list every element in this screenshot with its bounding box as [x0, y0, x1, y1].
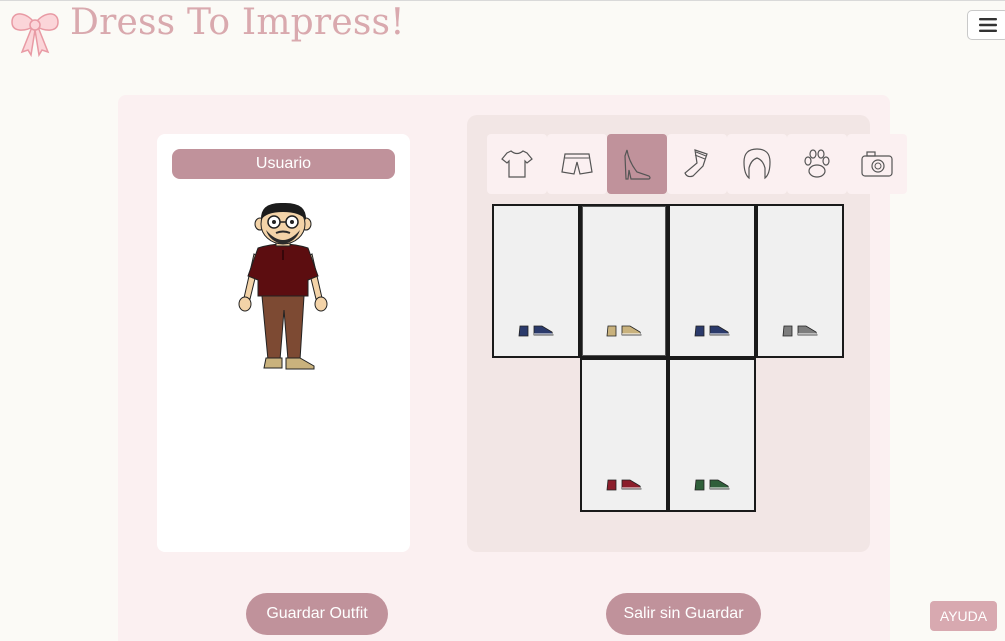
tab-accessories[interactable]: [847, 134, 907, 194]
sneaker-icon: [606, 325, 642, 337]
tab-bottoms[interactable]: [547, 134, 607, 194]
tab-shoes[interactable]: [607, 134, 667, 194]
save-outfit-button[interactable]: Guardar Outfit: [246, 593, 388, 635]
shoe-option[interactable]: [580, 204, 668, 358]
help-button[interactable]: AYUDA: [930, 601, 997, 631]
menu-button[interactable]: [967, 10, 1005, 40]
tab-socks[interactable]: [667, 134, 727, 194]
shoe-option[interactable]: [668, 204, 756, 358]
exit-without-saving-button[interactable]: Salir sin Guardar: [606, 593, 761, 635]
socks-icon: [684, 149, 708, 178]
sneaker-icon: [518, 325, 554, 337]
sneaker-icon: [782, 325, 818, 337]
shoe-option[interactable]: [492, 204, 580, 358]
brand-title: Dress To Impress!: [70, 2, 405, 43]
shoe-options-grid: [492, 204, 846, 512]
shoe-option[interactable]: [668, 358, 756, 512]
camera-icon: [861, 151, 893, 177]
character-avatar: [238, 202, 328, 370]
sneaker-icon: [606, 479, 642, 491]
bow-icon: [11, 13, 59, 58]
category-tabs: [487, 134, 907, 194]
high-heel-icon: [624, 149, 651, 180]
shorts-icon: [561, 153, 593, 175]
shoe-option[interactable]: [580, 358, 668, 512]
sneaker-icon: [694, 325, 730, 337]
tab-hair[interactable]: [727, 134, 787, 194]
tab-tops[interactable]: [487, 134, 547, 194]
top-border: [0, 0, 1005, 1]
sneaker-icon: [694, 479, 730, 491]
paw-icon: [804, 149, 830, 178]
hair-icon: [743, 148, 771, 180]
shoe-option[interactable]: [756, 204, 844, 358]
hamburger-menu-icon: [979, 18, 997, 32]
tshirt-icon: [501, 150, 533, 178]
tab-pets[interactable]: [787, 134, 847, 194]
username-label: Usuario: [172, 149, 395, 179]
